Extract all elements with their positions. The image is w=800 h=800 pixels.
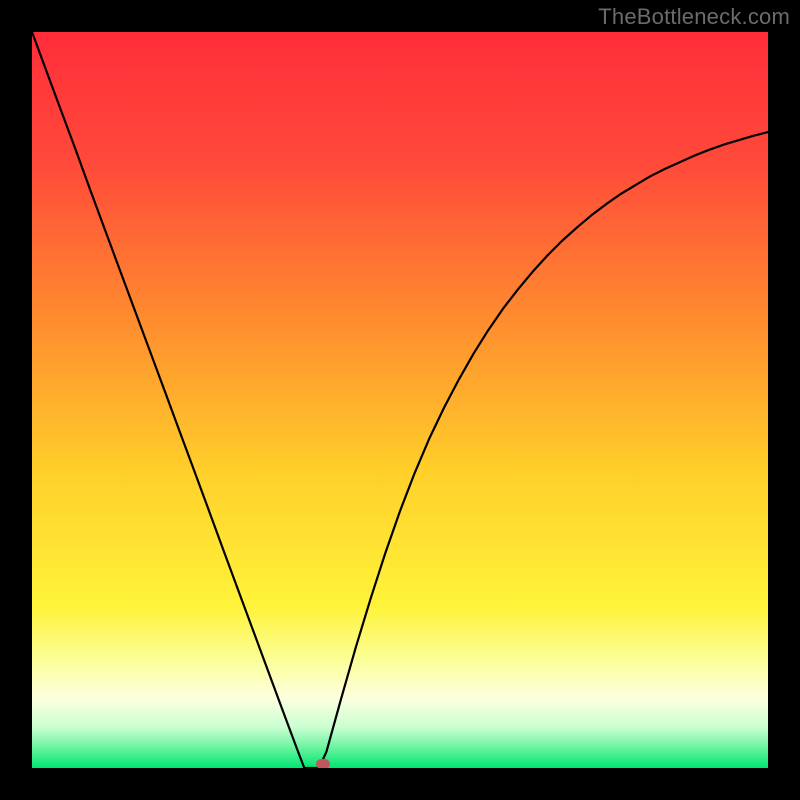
plot-area: [32, 32, 768, 768]
optimal-point-marker: [316, 759, 330, 768]
watermark-text: TheBottleneck.com: [598, 4, 790, 30]
chart-frame: TheBottleneck.com: [0, 0, 800, 800]
bottleneck-curve: [32, 32, 768, 768]
